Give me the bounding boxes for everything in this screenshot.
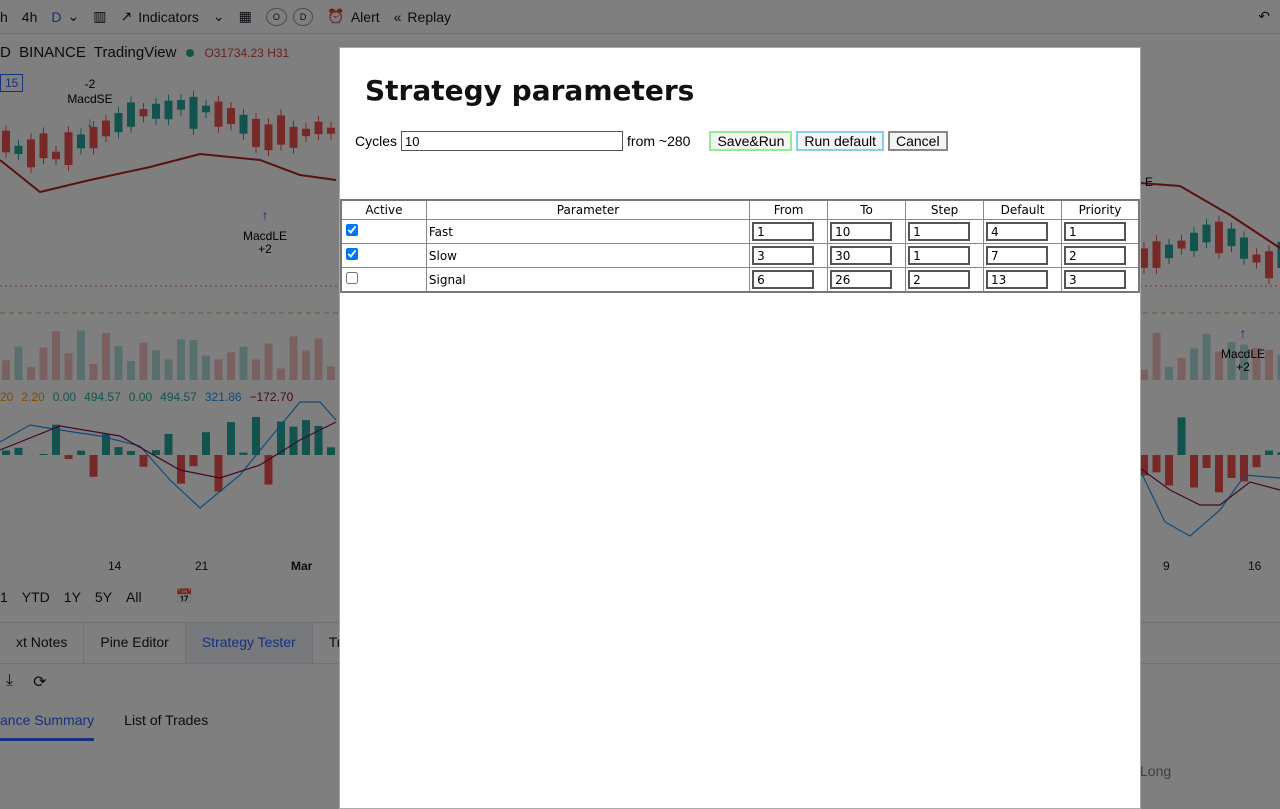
column-header: Step: [906, 200, 984, 220]
active-cell: [341, 268, 426, 293]
step-input[interactable]: [908, 222, 970, 241]
cycles-input[interactable]: [401, 131, 623, 151]
active-cell: [341, 220, 426, 244]
active-checkbox[interactable]: [346, 272, 358, 284]
step-input[interactable]: [908, 270, 970, 289]
to-input[interactable]: [830, 222, 892, 241]
table-row: Signal: [341, 268, 1139, 293]
from-input[interactable]: [752, 270, 814, 289]
run-default-button[interactable]: Run default: [796, 131, 884, 151]
save-run-button[interactable]: Save&Run: [709, 131, 792, 151]
cycles-from-text: from ~280: [627, 133, 690, 149]
column-header: Active: [341, 200, 426, 220]
parameter-name: Signal: [426, 268, 749, 293]
to-input[interactable]: [830, 246, 892, 265]
column-header: Default: [984, 200, 1062, 220]
from-input[interactable]: [752, 246, 814, 265]
parameter-name: Fast: [426, 220, 749, 244]
strategy-parameters-dialog: Strategy parameters Cycles from ~280 Sav…: [339, 47, 1141, 809]
column-header: From: [750, 200, 828, 220]
default-input[interactable]: [986, 222, 1048, 241]
step-input[interactable]: [908, 246, 970, 265]
parameters-table: Active Parameter From To Step Default Pr…: [340, 199, 1140, 293]
active-checkbox[interactable]: [346, 248, 358, 260]
priority-input[interactable]: [1064, 246, 1126, 265]
default-input[interactable]: [986, 270, 1048, 289]
cycles-label: Cycles: [355, 133, 397, 149]
active-cell: [341, 244, 426, 268]
active-checkbox[interactable]: [346, 224, 358, 236]
column-header: Parameter: [426, 200, 749, 220]
priority-input[interactable]: [1064, 270, 1126, 289]
default-input[interactable]: [986, 246, 1048, 265]
column-header: To: [828, 200, 906, 220]
table-row: Fast: [341, 220, 1139, 244]
column-header: Priority: [1062, 200, 1139, 220]
parameter-name: Slow: [426, 244, 749, 268]
dialog-title: Strategy parameters: [365, 74, 694, 107]
to-input[interactable]: [830, 270, 892, 289]
table-row: Slow: [341, 244, 1139, 268]
priority-input[interactable]: [1064, 222, 1126, 241]
table-header-row: Active Parameter From To Step Default Pr…: [341, 200, 1139, 220]
cycles-row: Cycles from ~280 Save&Run Run default Ca…: [355, 131, 948, 151]
cancel-button[interactable]: Cancel: [888, 131, 948, 151]
from-input[interactable]: [752, 222, 814, 241]
